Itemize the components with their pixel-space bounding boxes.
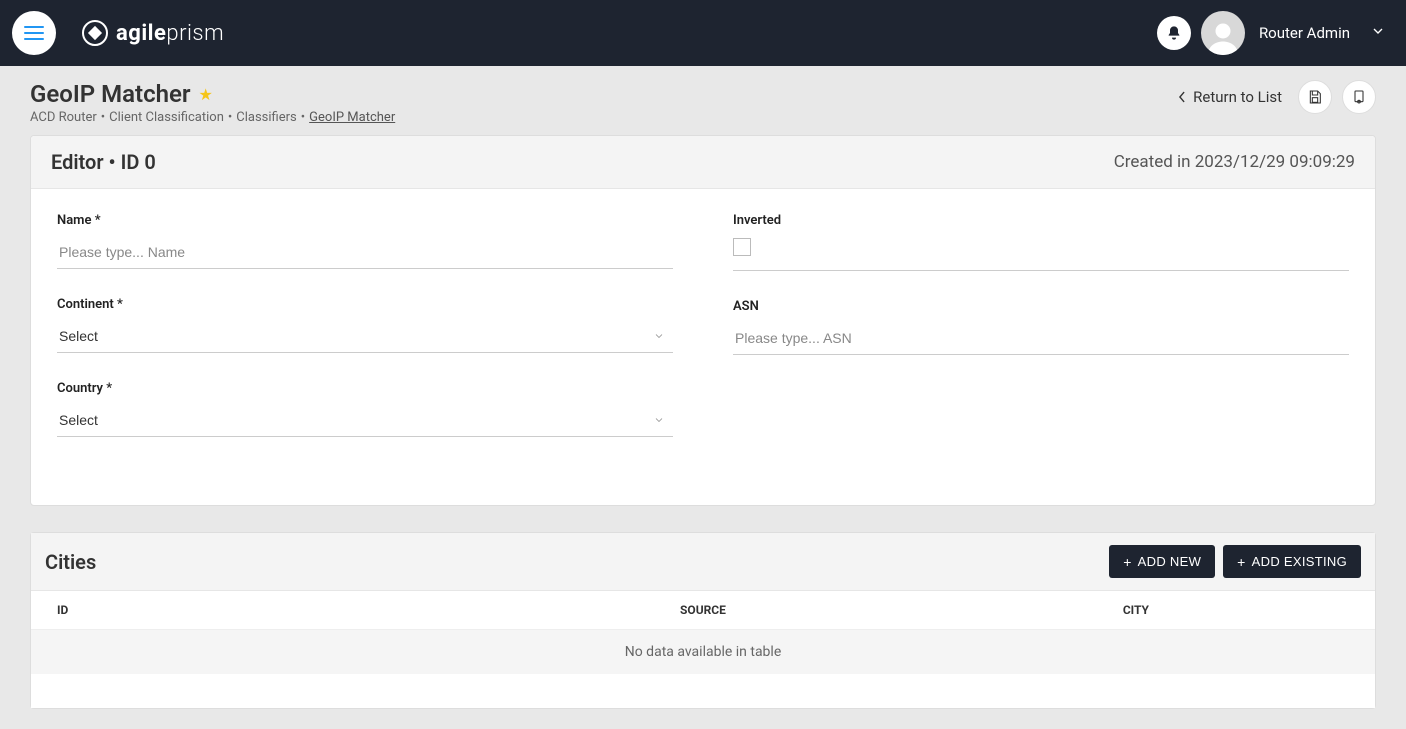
cities-table: ID SOURCE CITY No data available in tabl… xyxy=(31,591,1375,708)
cities-panel: Cities + ADD NEW + ADD EXISTING ID SOURC… xyxy=(30,532,1376,709)
user-menu-toggle[interactable] xyxy=(1370,23,1386,43)
asn-field-label: ASN xyxy=(733,299,1349,314)
favorite-star-icon[interactable]: ★ xyxy=(199,85,213,104)
inverted-field-label: Inverted xyxy=(733,213,1349,228)
breadcrumb-item[interactable]: ACD Router xyxy=(30,110,97,125)
column-header-source[interactable]: SOURCE xyxy=(488,603,919,617)
name-field-label: Name * xyxy=(57,213,673,228)
asn-input[interactable] xyxy=(733,324,1349,355)
add-new-button[interactable]: + ADD NEW xyxy=(1109,545,1215,578)
save-button[interactable] xyxy=(1298,80,1332,114)
add-new-label: ADD NEW xyxy=(1138,554,1202,569)
inverted-checkbox[interactable] xyxy=(733,238,751,256)
country-select[interactable] xyxy=(57,406,673,437)
page-title: GeoIP Matcher xyxy=(30,80,191,108)
topbar: agileprism Router Admin xyxy=(0,0,1406,66)
add-existing-label: ADD EXISTING xyxy=(1252,554,1347,569)
table-footer xyxy=(31,674,1375,708)
brand-logo: agileprism xyxy=(82,20,224,46)
editor-header-title: Editor • ID 0 xyxy=(51,150,1114,174)
return-link-label: Return to List xyxy=(1193,88,1282,106)
table-empty-message: No data available in table xyxy=(31,630,1375,674)
menu-button-wrap xyxy=(0,0,68,66)
column-header-id[interactable]: ID xyxy=(57,603,488,617)
editor-created-label: Created in 2023/12/29 09:09:29 xyxy=(1114,152,1355,172)
return-link[interactable]: Return to List xyxy=(1177,88,1282,106)
column-header-city[interactable]: CITY xyxy=(918,603,1349,617)
duplicate-button[interactable] xyxy=(1342,80,1376,114)
breadcrumb-item[interactable]: Client Classification xyxy=(109,110,224,125)
plus-icon: + xyxy=(1237,555,1245,569)
breadcrumb-item-current[interactable]: GeoIP Matcher xyxy=(309,110,395,125)
cities-panel-header: Cities + ADD NEW + ADD EXISTING xyxy=(31,533,1375,591)
notifications-button[interactable] xyxy=(1157,16,1191,50)
cities-title: Cities xyxy=(45,550,1101,574)
avatar[interactable] xyxy=(1201,11,1245,55)
brand-text-bold: agile xyxy=(116,21,166,46)
avatar-icon xyxy=(1205,19,1241,55)
save-icon xyxy=(1307,89,1323,105)
continent-field-label: Continent * xyxy=(57,297,673,312)
user-name-label: Router Admin xyxy=(1259,24,1350,42)
brand-icon xyxy=(82,20,108,46)
page-header: GeoIP Matcher ★ ACD Router•Client Classi… xyxy=(0,66,1406,135)
add-existing-button[interactable]: + ADD EXISTING xyxy=(1223,545,1361,578)
hamburger-icon xyxy=(24,26,44,40)
chevron-down-icon xyxy=(1370,23,1386,39)
menu-button[interactable] xyxy=(12,11,56,55)
name-input[interactable] xyxy=(57,238,673,269)
plus-icon: + xyxy=(1123,555,1131,569)
bell-icon xyxy=(1166,25,1182,41)
continent-select[interactable] xyxy=(57,322,673,353)
duplicate-icon xyxy=(1351,89,1367,105)
breadcrumb: ACD Router•Client Classification•Classif… xyxy=(30,110,1177,125)
country-field-label: Country * xyxy=(57,381,673,396)
chevron-left-icon xyxy=(1177,90,1187,104)
breadcrumb-item[interactable]: Classifiers xyxy=(236,110,297,125)
editor-panel-header: Editor • ID 0 Created in 2023/12/29 09:0… xyxy=(31,136,1375,189)
brand-text-light: prism xyxy=(166,21,224,46)
editor-panel: Editor • ID 0 Created in 2023/12/29 09:0… xyxy=(30,135,1376,506)
